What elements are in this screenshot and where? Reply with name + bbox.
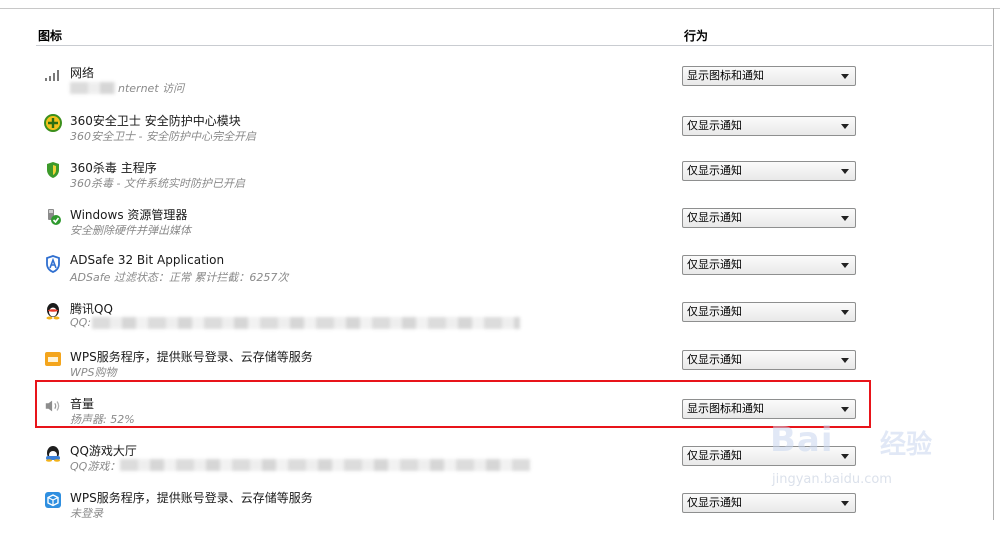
selected-behavior: 仅显示通知: [687, 258, 742, 271]
item-description: 360杀毒 - 文件系统实时防护已开启: [70, 177, 245, 190]
redacted-area: [70, 82, 116, 94]
wps-icon: [44, 350, 62, 368]
watermark-logo-text: Bai: [770, 420, 834, 460]
redacted-area: [92, 317, 520, 329]
qq-penguin-icon: [44, 302, 62, 320]
list-item: 360杀毒 主程序 360杀毒 - 文件系统实时防护已开启 仅显示通知: [0, 161, 990, 208]
item-description: 安全删除硬件并弹出媒体: [70, 224, 191, 237]
chevron-down-icon: [841, 124, 849, 129]
360-antivirus-shield-icon: [44, 161, 62, 179]
adsafe-shield-icon: [44, 255, 62, 273]
360-security-icon: [44, 114, 62, 132]
list-item: 腾讯QQ QQ: 仅显示通知: [0, 302, 990, 349]
item-name: 360安全卫士 安全防护中心模块: [70, 114, 241, 128]
chevron-down-icon: [841, 216, 849, 221]
behavior-select[interactable]: 仅显示通知: [682, 255, 856, 275]
behavior-select[interactable]: 仅显示通知: [682, 350, 856, 370]
item-name: ADSafe 32 Bit Application: [70, 253, 225, 267]
behavior-select[interactable]: 仅显示通知: [682, 208, 856, 228]
selected-behavior: 显示图标和通知: [687, 69, 764, 82]
redacted-area: [120, 459, 530, 471]
item-description: 未登录: [70, 507, 103, 520]
selected-behavior: 仅显示通知: [687, 164, 742, 177]
selected-behavior: 仅显示通知: [687, 211, 742, 224]
watermark-brand-text: 经验: [880, 430, 933, 460]
selected-behavior: 仅显示通知: [687, 449, 742, 462]
item-description: WPS购物: [70, 366, 117, 379]
network-signal-icon: [44, 66, 62, 84]
item-name: 360杀毒 主程序: [70, 161, 157, 175]
list-item: 360安全卫士 安全防护中心模块 360安全卫士 - 安全防护中心完全开启 仅显…: [0, 114, 990, 161]
item-name: QQ游戏大厅: [70, 444, 137, 458]
window-right-border: [993, 8, 994, 520]
item-description: nternet 访问: [118, 82, 185, 95]
highlight-box: [35, 380, 871, 428]
item-name: WPS服务程序，提供账号登录、云存储等服务: [70, 350, 313, 364]
window-top-border: [0, 8, 1000, 9]
chevron-down-icon: [841, 74, 849, 79]
item-description: ADSafe 过滤状态：正常 累计拦截：6257次: [70, 271, 289, 284]
usb-eject-icon: [44, 208, 62, 226]
selected-behavior: 仅显示通知: [687, 305, 742, 318]
chevron-down-icon: [841, 358, 849, 363]
selected-behavior: 仅显示通知: [687, 496, 742, 509]
selected-behavior: 仅显示通知: [687, 119, 742, 132]
column-header-icons: 图标: [38, 29, 63, 43]
behavior-select[interactable]: 显示图标和通知: [682, 66, 856, 86]
qq-game-icon: [44, 444, 62, 462]
selected-behavior: 仅显示通知: [687, 353, 742, 366]
baidu-jingyan-watermark: Bai 经验 jingyan.baidu.com: [770, 420, 970, 515]
item-description: 360安全卫士 - 安全防护中心完全开启: [70, 130, 256, 143]
list-item: Windows 资源管理器 安全删除硬件并弹出媒体 仅显示通知: [0, 208, 990, 255]
watermark-url: jingyan.baidu.com: [772, 472, 892, 487]
behavior-select[interactable]: 仅显示通知: [682, 116, 856, 136]
list-item: ADSafe 32 Bit Application ADSafe 过滤状态：正常…: [0, 253, 990, 302]
item-description: QQ游戏：: [70, 460, 121, 473]
behavior-select[interactable]: 仅显示通知: [682, 161, 856, 181]
item-name: Windows 资源管理器: [70, 208, 188, 222]
behavior-select[interactable]: 仅显示通知: [682, 302, 856, 322]
header-divider: [36, 45, 992, 46]
item-name: WPS服务程序，提供账号登录、云存储等服务: [70, 491, 313, 505]
chevron-down-icon: [841, 263, 849, 268]
column-header-behavior: 行为: [684, 29, 709, 43]
chevron-down-icon: [841, 310, 849, 315]
item-description: QQ:: [70, 316, 92, 329]
item-name: 腾讯QQ: [70, 302, 113, 316]
chevron-down-icon: [841, 169, 849, 174]
wps-cube-icon: [44, 491, 62, 509]
list-item: 网络 nternet 访问 显示图标和通知: [0, 66, 990, 113]
item-name: 网络: [70, 66, 95, 80]
